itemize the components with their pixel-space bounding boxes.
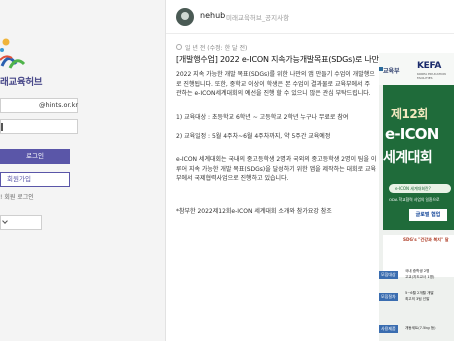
post-timestamp: 일 년 전 (수정: 한 달 전) xyxy=(185,45,248,52)
post-header: nehub 미래교육허브_공지사항 xyxy=(166,0,454,34)
school-select[interactable] xyxy=(0,215,42,230)
author-name[interactable]: nehub xyxy=(200,11,225,20)
email-input[interactable]: @hints.or.kr xyxy=(0,98,78,113)
paragraph-attachment: *참부한 2022제12회e-ICON 세계대회 소개와 참가요강 참조 xyxy=(176,207,332,217)
poster-label-products: 사용제품 xyxy=(379,325,398,333)
text-line: *참부한 2022제12회e-ICON 세계대회 소개와 참가요강 참조 xyxy=(176,208,332,215)
post-meta: 일 년 전 (수정: 한 달 전) xyxy=(176,42,248,53)
poster-eicon: e-ICON xyxy=(385,125,439,143)
avatar[interactable] xyxy=(176,8,194,26)
poster-header: 교육부 KEFA KOREA EDUCATION FACILITIES xyxy=(379,53,454,85)
text-line: 루어 지속 가능한 개발 목표(SDGs)을 달성하기 위한 앱을 제작하는 대… xyxy=(176,165,377,173)
avatar-face xyxy=(181,12,189,20)
site-name: 래교육허브 xyxy=(0,77,43,88)
chevron-down-icon xyxy=(2,218,8,224)
hub-logo-icon xyxy=(0,38,26,69)
poster-kefa: KEFA xyxy=(417,61,442,71)
login-button[interactable]: 로그인 xyxy=(0,149,70,164)
poster-edition: 제12회 xyxy=(391,107,428,121)
text-line: 부에서 국제협력사업으로 진행하고 있습니다. xyxy=(176,175,289,182)
poster-oda-text: ODA 학교협력 사업의 일환으로 xyxy=(389,197,440,202)
poster-text-target-a: 국내 중학생 2명 xyxy=(405,269,430,273)
text-line: e-ICON 세계대회는 국내의 중고등학생 2명과 국외의 중고등학생 2명이… xyxy=(176,156,377,163)
breadcrumb[interactable]: 미래교육허브_공지사항 xyxy=(226,12,289,22)
page: 래교육허브 @hints.or.kr 로그인 회원가입 ! 회원 로그인 neh… xyxy=(0,0,454,341)
login-sidebar: 래교육허브 @hints.or.kr 로그인 회원가입 ! 회원 로그인 xyxy=(0,0,160,341)
paragraph-schedule: 1) 교육대상 : 초등학교 6학년 ~ 고등학교 2학년 누구나 무료로 참여… xyxy=(176,113,348,141)
text-line: 2) 교육일정 : 5월 4주차~6월 4주차까지, 약 5주간 교육예정 xyxy=(176,132,331,140)
member-login-link[interactable]: ! 회원 로그인 xyxy=(0,192,34,201)
poster-world: 세계대회 xyxy=(383,150,433,166)
poster-sdg-quote: SDG's "건강과 복지" 달 xyxy=(403,237,449,242)
poster-pill: e-ICON 세계대회란? xyxy=(389,184,451,193)
text-line: 2022 지속 가능한 개발 목표(SDGs)를 위한 나만의 앱 만들기 수업… xyxy=(176,71,375,78)
poster-text-process-a: 5~6월 2개월 개발 xyxy=(405,291,434,295)
signup-button[interactable]: 회원가입 xyxy=(0,172,70,187)
poster-label-target: 모집대상 xyxy=(379,271,398,279)
paragraph-intro: 2022 지속 가능한 개발 목표(SDGs)를 위한 나만의 앱 만들기 수업… xyxy=(176,70,375,99)
poster-text-process-b: 최고의 3팀 선발 xyxy=(405,297,430,301)
clock-icon xyxy=(176,44,182,50)
poster-kefa-sub: KOREA EDUCATION FACILITIES xyxy=(417,72,446,80)
paragraph-eicon: e-ICON 세계대회는 국내의 중고등학생 2명과 국외의 중고등학생 2명이… xyxy=(176,155,376,184)
poster-global: 글로벌 협업 xyxy=(409,209,447,221)
eicon-poster-image: 교육부 KEFA KOREA EDUCATION FACILITIES 제12회… xyxy=(379,53,454,341)
text-line: 로 진행됩니다. 또한, 중학교 이상이 학생은 본 수업이 결과물로 교육부에… xyxy=(176,80,371,88)
text-caret xyxy=(1,123,3,131)
password-input[interactable] xyxy=(0,119,78,134)
poster-label-process: 모집절차 xyxy=(379,293,398,301)
text-line: 관하는 e-ICON세계대회의 예선을 진행 할 수 있으니 많은 관심 부탁드… xyxy=(176,90,371,97)
poster-moe: 교육부 xyxy=(383,68,400,75)
poster-text-target-b: 고교(지도교사 1명) xyxy=(405,275,435,279)
post-panel: nehub 미래교육허브_공지사항 일 년 전 (수정: 한 달 전) [개발행… xyxy=(165,0,454,341)
text-line: 1) 교육대상 : 초등학교 6학년 ~ 고등학교 2학년 누구나 무료로 참여 xyxy=(176,114,349,121)
poster-text-products: 개동세트(7.5kg 등) xyxy=(405,326,436,330)
